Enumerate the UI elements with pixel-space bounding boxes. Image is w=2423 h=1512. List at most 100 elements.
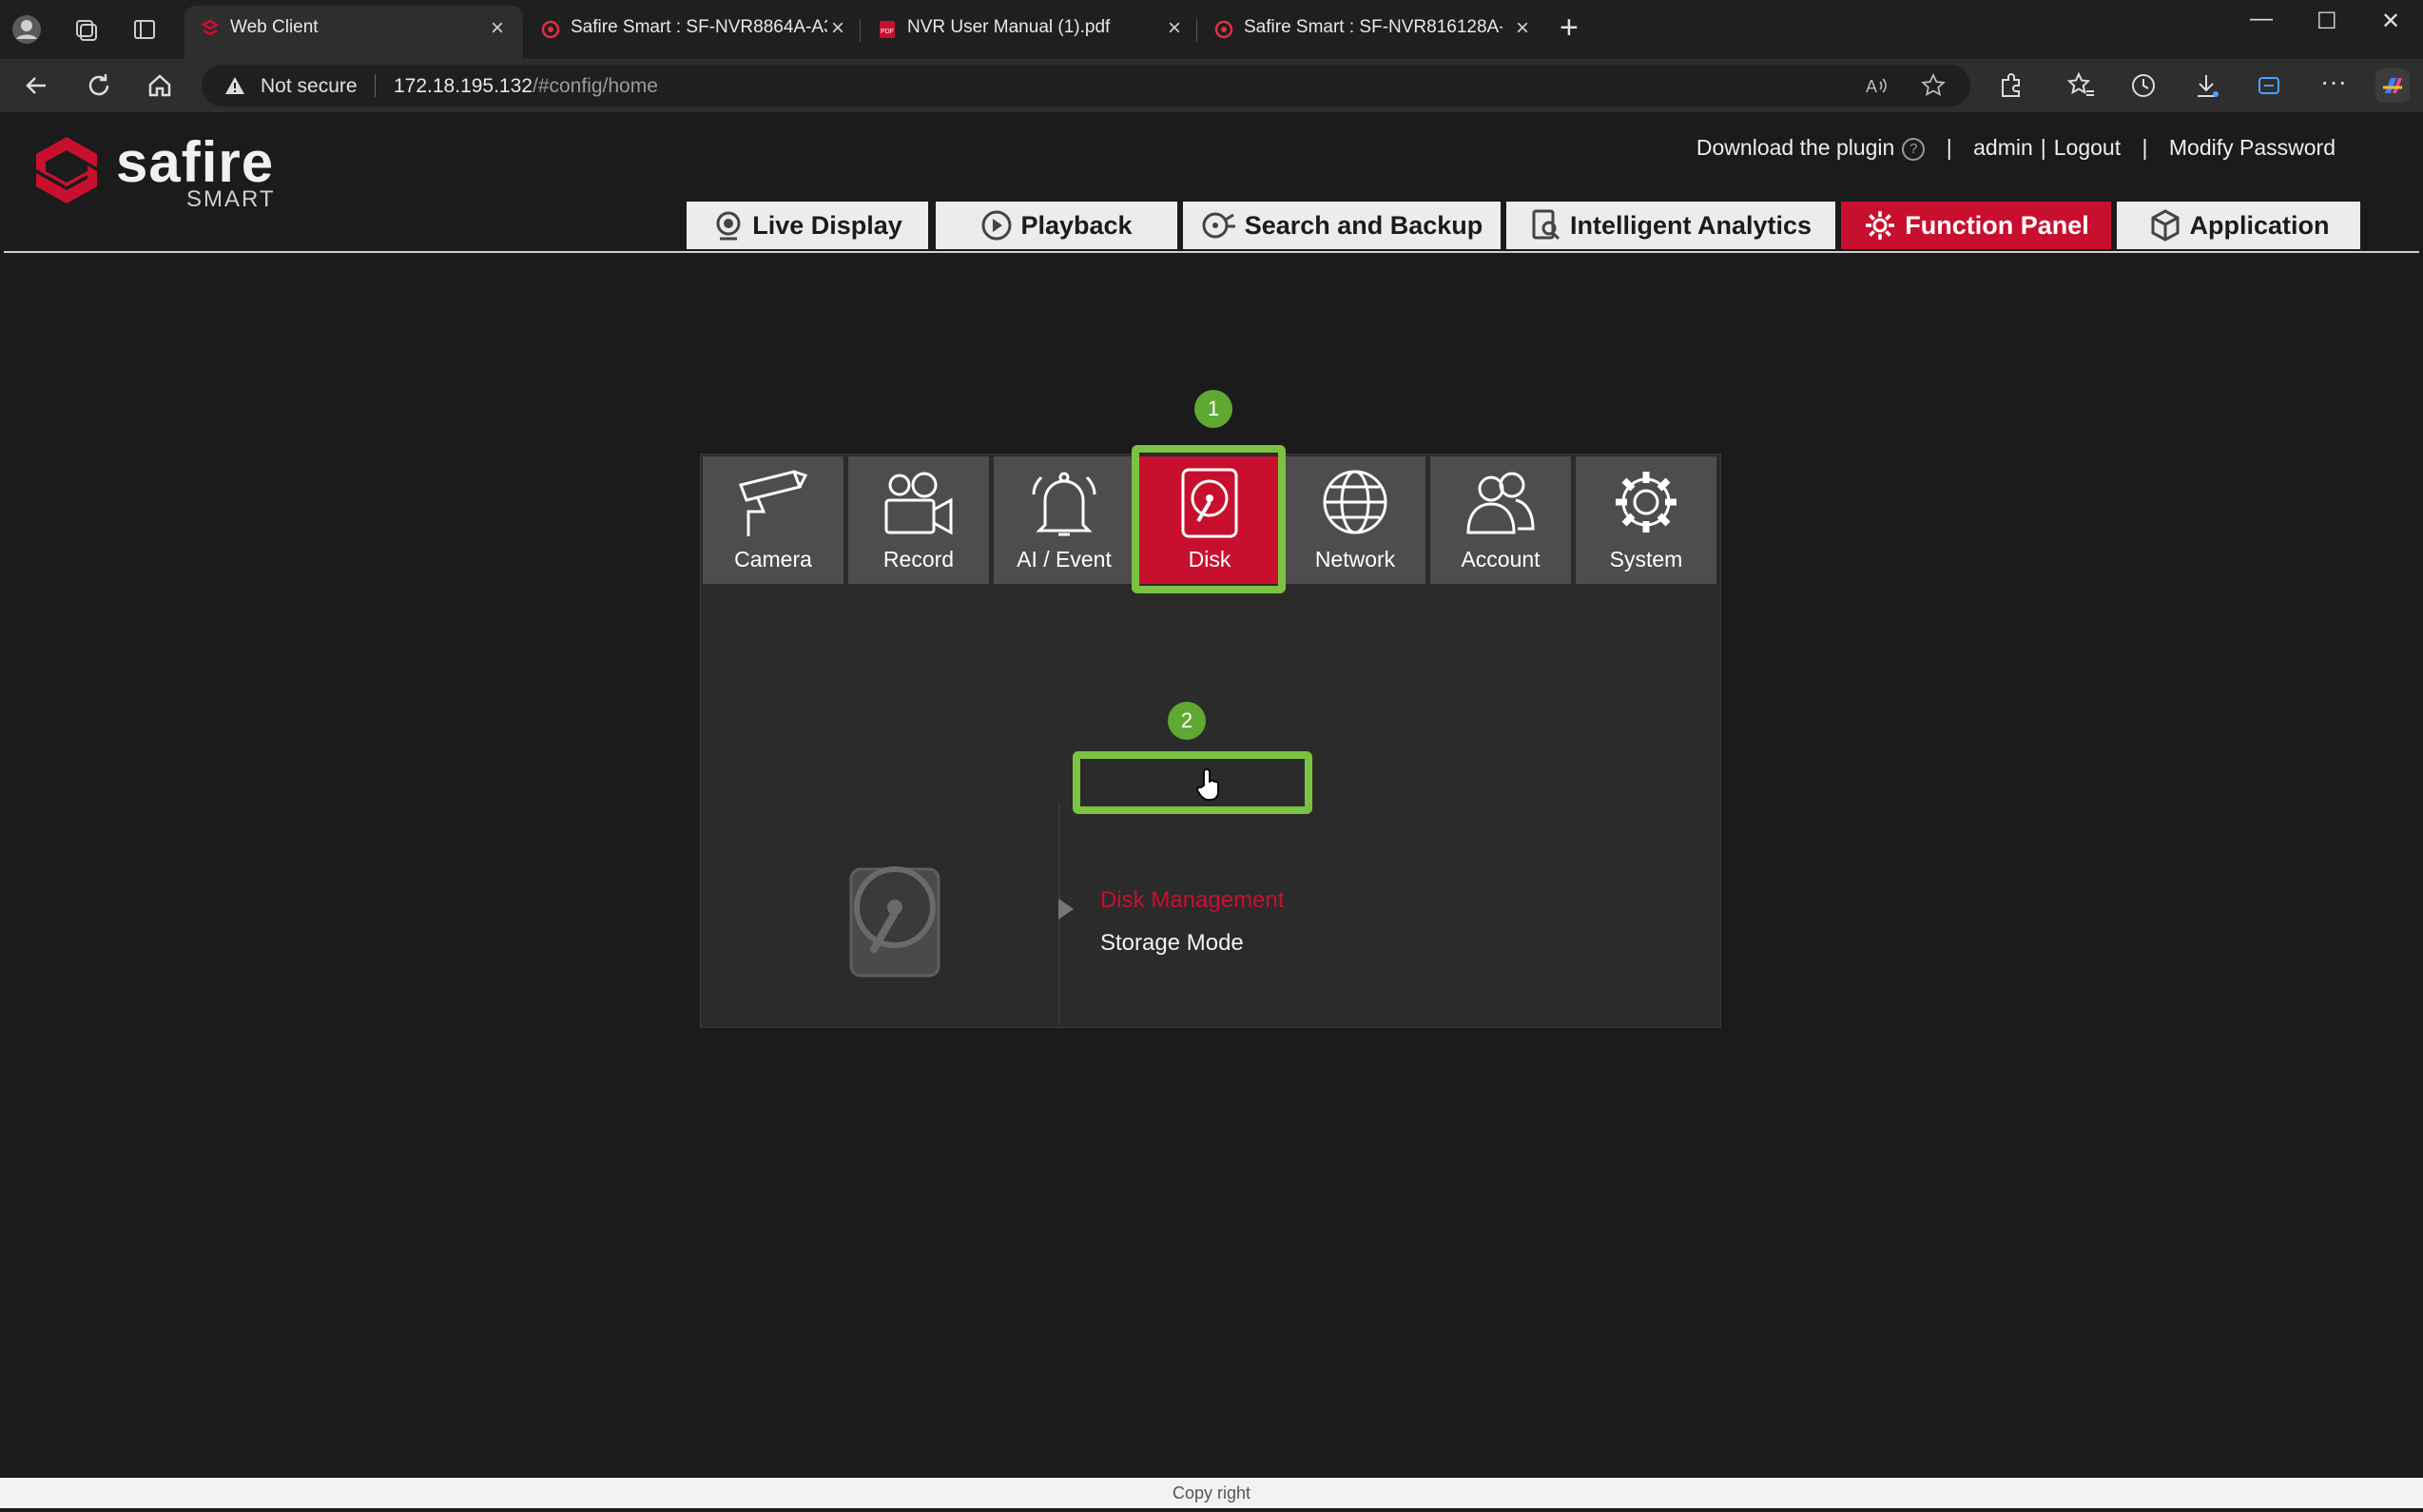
search-backup-icon — [1202, 212, 1235, 239]
nav-label: Playback — [1020, 210, 1133, 240]
tile-label: System — [1609, 547, 1683, 572]
maximize-icon[interactable]: ☐ — [2316, 8, 2337, 35]
globe-icon — [1323, 470, 1387, 534]
nav-label: Intelligent Analytics — [1569, 210, 1812, 240]
safire-logo: safire SMART — [32, 124, 289, 212]
menu-storage-mode[interactable]: Storage Mode — [1100, 930, 1244, 957]
close-tab-icon[interactable]: × — [491, 15, 504, 42]
nav-label: Function Panel — [1905, 210, 2089, 240]
link-divider: | — [2142, 135, 2148, 160]
nav-intelligent-analytics[interactable]: Intelligent Analytics — [1506, 202, 1835, 249]
bell-icon — [1032, 472, 1096, 536]
security-label[interactable]: Not secure — [261, 75, 358, 98]
tab-pdf-manual[interactable]: PDF NVR User Manual (1).pdf × — [862, 6, 1196, 59]
nav-application[interactable]: Application — [2117, 202, 2360, 249]
disk-large-icon — [849, 866, 940, 978]
nav-live-display[interactable]: Live Display — [687, 202, 928, 249]
minimize-icon[interactable]: — — [2250, 6, 2273, 32]
svg-text:A: A — [1866, 77, 1877, 96]
download-plugin-link[interactable]: Download the plugin — [1696, 135, 1894, 160]
tab-actions-icon[interactable] — [127, 12, 162, 47]
menu-disk-management[interactable]: Disk Management — [1100, 887, 1284, 914]
nav-label: Search and Backup — [1244, 210, 1483, 240]
user-name[interactable]: admin — [1973, 135, 2033, 160]
favorite-star-icon[interactable] — [1921, 73, 1946, 98]
tile-label: AI / Event — [1017, 547, 1112, 572]
record-icon — [884, 472, 953, 535]
home-icon[interactable] — [143, 68, 177, 103]
nav-search-backup[interactable]: Search and Backup — [1183, 202, 1501, 249]
edge-collections-icon[interactable] — [2252, 68, 2286, 103]
close-tab-icon[interactable]: × — [1516, 15, 1529, 42]
downloads-icon[interactable] — [2189, 68, 2223, 103]
cube-icon — [2151, 209, 2179, 242]
webcam-icon — [716, 211, 741, 241]
tab-safire-2[interactable]: Safire Smart : SF-NVR816128A-A3 × — [1198, 6, 1548, 59]
reload-icon[interactable] — [82, 68, 116, 103]
tile-system[interactable]: System — [1576, 456, 1716, 584]
tile-ai-event[interactable]: AI / Event — [994, 456, 1134, 584]
url-divider — [375, 74, 376, 97]
profile-icon[interactable] — [10, 12, 44, 47]
tile-label: Account — [1461, 547, 1541, 572]
camera-icon — [739, 470, 808, 536]
tile-network[interactable]: Network — [1285, 456, 1425, 584]
favorites-icon[interactable] — [2064, 68, 2098, 103]
close-window-icon[interactable]: ✕ — [2381, 8, 2400, 35]
nav-label: Application — [2189, 210, 2330, 240]
close-tab-icon[interactable]: × — [1168, 15, 1181, 42]
url-text[interactable]: 172.18.195.132/#config/home — [394, 75, 658, 98]
close-tab-icon[interactable]: × — [831, 15, 844, 42]
history-icon[interactable] — [2126, 68, 2161, 103]
tab-title: Web Client — [230, 17, 319, 37]
link-divider: | — [1946, 135, 1952, 160]
url-host: 172.18.195.132 — [394, 75, 533, 97]
tab-web-client[interactable]: Web Client × — [184, 6, 523, 59]
step-2-badge: 2 — [1168, 702, 1206, 740]
svg-text:PDF: PDF — [881, 29, 894, 35]
url-path: /#config/home — [532, 75, 658, 97]
modify-password-link[interactable]: Modify Password — [2169, 135, 2336, 160]
analytics-icon — [1532, 209, 1560, 241]
selected-arrow-icon — [1058, 899, 1074, 920]
address-bar[interactable]: Not secure 172.18.195.132/#config/home A — [202, 65, 1970, 107]
back-icon[interactable] — [19, 68, 53, 103]
safire-favicon-icon — [541, 20, 560, 39]
safire-favicon-icon — [1214, 20, 1233, 39]
step-2-highlight — [1073, 751, 1312, 814]
tile-account[interactable]: Account — [1430, 456, 1571, 584]
tile-camera[interactable]: Camera — [703, 456, 843, 584]
logout-link[interactable]: Logout — [2054, 135, 2121, 160]
safire-logo-mark-icon — [36, 137, 97, 204]
pdf-icon: PDF — [880, 21, 895, 38]
tile-label: Camera — [734, 547, 812, 572]
nav-label: Live Display — [752, 210, 902, 240]
warning-icon — [225, 77, 244, 94]
gear-icon — [1866, 211, 1895, 240]
tile-label: Record — [882, 547, 955, 572]
tile-record[interactable]: Record — [848, 456, 989, 584]
copilot-icon[interactable] — [2374, 67, 2412, 105]
hand-cursor-icon — [1196, 768, 1219, 801]
web-client-app: safire SMART Download the plugin? | admi… — [0, 112, 2423, 1512]
read-aloud-icon[interactable]: A — [1864, 74, 1889, 97]
header-links: Download the plugin? | admin | Logout | Mo… — [1693, 135, 2339, 161]
new-tab-icon[interactable]: + — [1560, 10, 1579, 47]
tab-title: Safire Smart : SF-NVR816128A-A3 — [1244, 17, 1502, 37]
browser-tab-bar: Web Client × Safire Smart : SF-NVR8864A-… — [0, 0, 2423, 59]
help-icon[interactable]: ? — [1902, 137, 1926, 161]
tab-divider — [1196, 19, 1197, 42]
workspaces-icon[interactable] — [68, 12, 103, 47]
link-divider: | — [2040, 135, 2046, 160]
nav-playback[interactable]: Playback — [936, 202, 1177, 249]
more-menu-icon[interactable]: ··· — [2320, 67, 2347, 97]
extensions-icon[interactable] — [1993, 68, 2027, 103]
tab-title: NVR User Manual (1).pdf — [907, 17, 1111, 37]
nav-function-panel[interactable]: Function Panel — [1841, 202, 2111, 249]
gear-icon — [1616, 472, 1677, 533]
footer: Copy right — [0, 1478, 2423, 1508]
tab-title: Safire Smart : SF-NVR8864A-A3 — [571, 17, 827, 37]
safire-favicon-icon — [201, 19, 220, 36]
tab-divider — [860, 19, 861, 42]
tab-safire-1[interactable]: Safire Smart : SF-NVR8864A-A3 × — [525, 6, 860, 59]
